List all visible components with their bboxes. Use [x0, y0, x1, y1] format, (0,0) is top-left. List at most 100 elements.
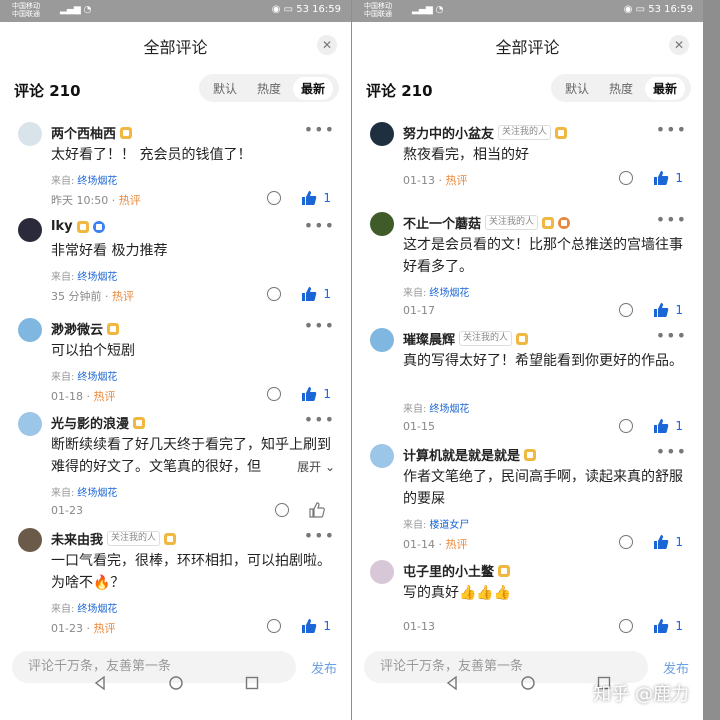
source-link[interactable]: 终场烟花 [429, 404, 469, 415]
avatar[interactable] [370, 328, 394, 352]
back-icon[interactable] [93, 676, 107, 690]
home-icon[interactable] [168, 676, 183, 690]
reply-icon[interactable] [619, 619, 634, 633]
comment-meta: 01-23 · 热评 [51, 620, 115, 636]
hot-tag: 热评 [445, 174, 468, 187]
reply-icon[interactable] [267, 287, 282, 301]
author-name[interactable]: 努力中的小盆友 [403, 123, 494, 142]
sort-tab-default[interactable]: 默认 [557, 77, 597, 100]
level-badge-icon [542, 216, 555, 229]
like-icon[interactable] [309, 502, 325, 518]
reply-icon[interactable] [267, 619, 282, 633]
author-name[interactable]: 渺渺微云 [51, 319, 103, 338]
like-icon[interactable] [301, 618, 317, 634]
like-count: 1 [323, 287, 331, 301]
like-icon[interactable] [653, 302, 669, 318]
sort-tab-newest[interactable]: 最新 [292, 76, 333, 100]
sort-tab-newest[interactable]: 最新 [644, 76, 685, 100]
reply-icon[interactable] [267, 387, 282, 401]
author-name[interactable]: 两个西柚西 [51, 123, 116, 142]
sheet-title: 全部评论 [495, 38, 560, 57]
close-button[interactable]: ✕ [669, 35, 689, 55]
source-prefix: 来自: [403, 288, 427, 299]
reply-icon[interactable] [619, 171, 634, 185]
avatar[interactable] [370, 212, 394, 236]
more-icon[interactable]: ••• [304, 316, 335, 335]
battery-level: 53 [296, 4, 309, 15]
level-badge-icon [555, 126, 568, 139]
more-icon[interactable]: ••• [656, 326, 687, 345]
reply-icon[interactable] [619, 303, 634, 317]
author-name[interactable]: 不止一个蘑菇 [403, 213, 481, 232]
meta-separator: · [82, 390, 94, 403]
reply-icon[interactable] [275, 503, 289, 517]
reply-icon[interactable] [619, 419, 634, 433]
reply-icon[interactable] [267, 191, 282, 205]
avatar[interactable] [18, 218, 42, 242]
carrier-2: 中国联通 [364, 10, 392, 18]
source-link[interactable]: 终场烟花 [77, 272, 117, 283]
more-icon[interactable]: ••• [304, 120, 335, 139]
like-icon[interactable] [653, 170, 669, 186]
comment-source: 来自: 终场烟花 [51, 600, 117, 615]
avatar[interactable] [18, 412, 42, 436]
author-name[interactable]: 未来由我 [51, 529, 103, 548]
close-button[interactable]: ✕ [317, 35, 337, 55]
source-link[interactable]: 终场烟花 [77, 176, 117, 187]
source-link[interactable]: 楼道女尸 [429, 520, 469, 531]
recents-icon[interactable] [245, 676, 259, 690]
comment-meta: 01-14 · 热评 [403, 536, 467, 552]
more-icon[interactable]: ••• [656, 442, 687, 461]
medal-badge-icon [558, 216, 571, 229]
source-link[interactable]: 终场烟花 [77, 372, 117, 383]
more-icon[interactable]: ••• [304, 216, 335, 235]
more-icon[interactable]: ••• [656, 210, 687, 229]
author-name[interactable]: 屯子里的小土鳖 [403, 561, 494, 580]
right-phone-screen: 中国移动 中国联通 ▂▄▆ ◔ ◉ ▭ 53 16:59 全部评论 ✕ 评论 2… [352, 0, 703, 720]
expand-button[interactable]: 展开 ⌄ [293, 458, 335, 475]
more-icon[interactable]: ••• [304, 410, 335, 429]
author-name[interactable]: lky [51, 219, 73, 234]
sort-tab-default[interactable]: 默认 [205, 77, 245, 100]
author-name[interactable]: 计算机就是就是就是 [403, 445, 520, 464]
level-badge-icon [120, 126, 133, 139]
like-icon[interactable] [301, 386, 317, 402]
like-icon[interactable] [301, 286, 317, 302]
comment-actions: 1 [267, 386, 331, 402]
reply-icon[interactable] [619, 535, 634, 549]
avatar[interactable] [18, 318, 42, 342]
comment-time: 01-13 [403, 620, 435, 633]
avatar[interactable] [370, 444, 394, 468]
like-icon[interactable] [653, 418, 669, 434]
level-badge-icon [516, 332, 529, 345]
source-link[interactable]: 终场烟花 [77, 604, 117, 615]
more-icon[interactable]: ••• [656, 120, 687, 139]
avatar[interactable] [370, 560, 394, 584]
like-icon[interactable] [301, 190, 317, 206]
author-row: 未来由我 关注我的人 [51, 529, 177, 548]
comment-meta: 01-18 · 热评 [51, 388, 115, 404]
comment-actions: 1 [619, 170, 683, 186]
avatar[interactable] [18, 122, 42, 146]
meta-separator: · [434, 538, 446, 551]
avatar[interactable] [370, 122, 394, 146]
meta-separator: · [82, 622, 94, 635]
source-link[interactable]: 终场烟花 [429, 288, 469, 299]
more-icon[interactable]: ••• [304, 526, 335, 545]
comment-meta: 01-13 [403, 620, 435, 633]
like-icon[interactable] [653, 618, 669, 634]
source-link[interactable]: 终场烟花 [77, 488, 117, 499]
back-icon[interactable] [445, 676, 459, 690]
author-name[interactable]: 光与影的浪漫 [51, 413, 129, 432]
home-icon[interactable] [520, 676, 535, 690]
source-prefix: 来自: [51, 372, 75, 383]
hot-tag: 热评 [445, 538, 468, 551]
author-name[interactable]: 璀璨晨辉 [403, 329, 455, 348]
sheet-title: 全部评论 [143, 38, 208, 57]
author-row: 璀璨晨辉 关注我的人 [403, 329, 529, 348]
sort-tab-hot[interactable]: 热度 [249, 77, 289, 100]
like-icon[interactable] [653, 534, 669, 550]
avatar[interactable] [18, 528, 42, 552]
sort-tab-hot[interactable]: 热度 [601, 77, 641, 100]
source-prefix: 来自: [403, 404, 427, 415]
